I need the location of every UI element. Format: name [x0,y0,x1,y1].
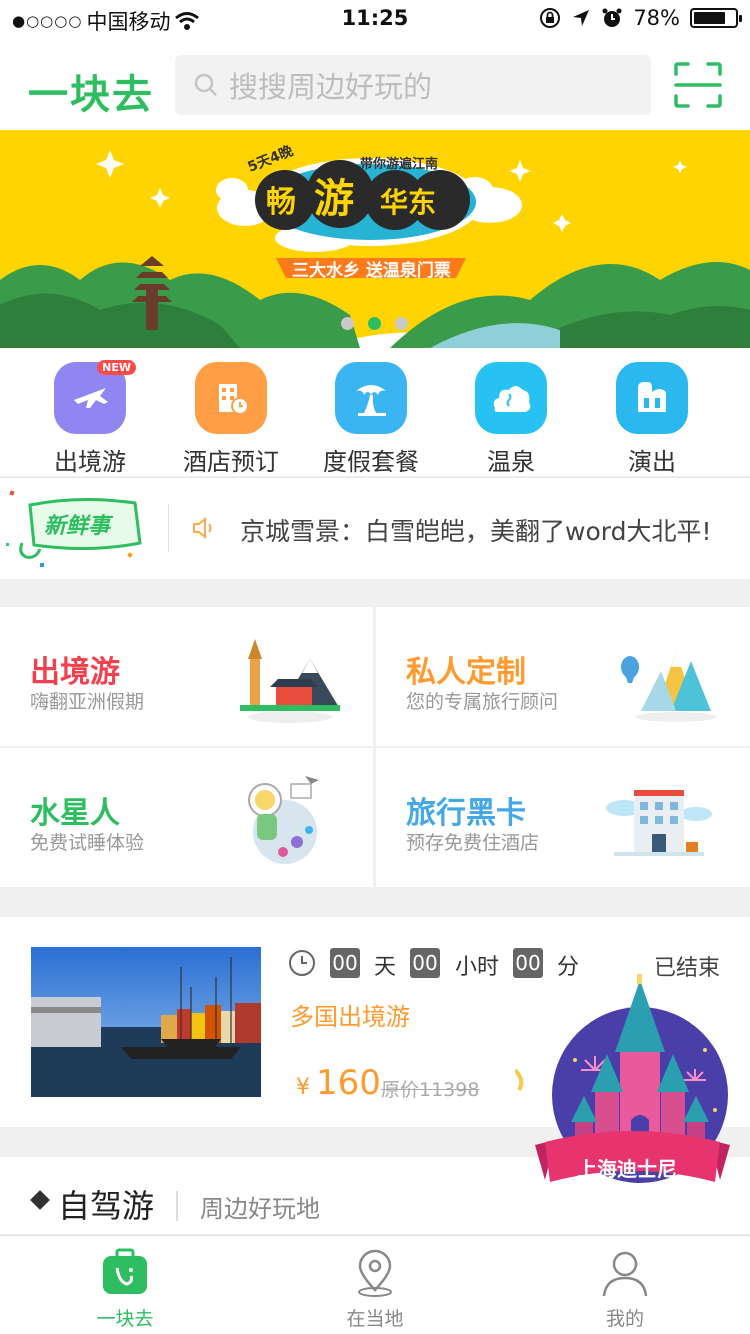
search-icon [194,73,217,96]
hours-unit: 小时 [455,955,500,980]
section-title: 自驾游 [58,1187,155,1225]
category-label: 演出 [628,448,676,476]
feature-subtitle: 嗨翻亚洲假期 [30,691,145,713]
clock-icon [289,950,315,976]
feature-blackcard[interactable]: 旅行黑卡 预存免费住酒店 [376,748,749,887]
section-subtitle: 周边好玩地 [200,1195,320,1223]
astronaut-illustration [248,776,319,864]
tab-profile[interactable]: 我的 [500,1248,750,1331]
feature-grid: 出境游 嗨翻亚洲假期 私人定制 您的专属旅行顾问 水星人 免费试睡体验 旅行黑卡… [0,607,750,887]
banner-illustration: 5天4晚 带你游遍江南 畅 游 华东 三大水乡 送温泉门票 [0,142,750,348]
status-bar: ●○○○○ 中国移动 11:25 78% [0,0,750,40]
hotel-building-illustration [606,790,712,856]
promo-label: 上海迪士尼 [577,1157,677,1181]
feature-title: 水星人 [30,796,120,831]
user-icon [602,1251,648,1297]
search-bar[interactable]: 搜搜周边好玩的 [175,55,651,115]
airplane-icon: NEW [54,360,136,434]
category-hotspring[interactable]: 温泉 [441,362,581,477]
feature-subtitle: 预存免费住酒店 [406,832,540,854]
battery-icon [690,8,742,28]
countdown-hours: 00 [410,948,440,978]
banner-ribbon: 带你游遍江南 [360,156,438,172]
section-marker-icon [30,1190,50,1210]
theater-icon [616,362,688,434]
category-hotel[interactable]: 酒店预订 [161,362,301,477]
carousel-dot[interactable] [341,317,354,330]
feature-mercury[interactable]: 水星人 免费试睡体验 [0,748,373,887]
deal-price: 160 [316,1063,381,1103]
tab-local[interactable]: 在当地 [250,1248,500,1331]
palm-tree-icon [335,362,407,434]
currency-symbol: ¥ [296,1075,310,1100]
feature-subtitle: 您的专属旅行顾问 [406,691,559,713]
banner-headline-3: 华东 [380,186,436,219]
feature-title: 出境游 [30,655,120,690]
hot-spring-icon [475,362,547,434]
tab-label: 在当地 [346,1308,404,1330]
days-unit: 天 [374,955,397,980]
mountain-balloon-illustration [621,651,716,722]
speaker-icon [193,516,212,540]
category-label: 出境游 [54,448,126,476]
deal-title[interactable]: 多国出境游 [290,997,410,1032]
fresh-news-badge: 新鲜事 [6,490,142,567]
tab-label: 一块去 [96,1308,154,1330]
banner-headline-2: 游 [314,176,354,222]
status-right: 78% [539,6,742,30]
top-header: 一块去 搜搜周边好玩的 [0,40,750,130]
news-headline[interactable]: 京城雪景：白雪皑皑，美翻了word大北平! [240,512,711,548]
rotation-lock-icon [540,8,561,28]
news-ticker[interactable]: 新鲜事 京城雪景：白雪皑皑，美翻了word大北平! [0,477,750,579]
fresh-news-label: 新鲜事 [44,513,114,539]
asia-landmarks-illustration [240,639,340,723]
banner-headline-1: 畅 [266,185,296,220]
grid-divider [0,746,750,748]
scan-qr-icon[interactable] [674,62,722,108]
feature-custom[interactable]: 私人定制 您的专属旅行顾问 [376,607,749,746]
banner-subtitle: 三大水乡 送温泉门票 [292,260,451,281]
carousel-dot-active[interactable] [368,317,381,330]
search-placeholder: 搜搜周边好玩的 [229,70,433,104]
countdown-days: 00 [330,948,360,978]
tab-home[interactable]: 一块去 [0,1248,250,1331]
divider [168,504,169,552]
location-arrow-icon [573,10,590,26]
promo-banner[interactable]: 5天4晚 带你游遍江南 畅 游 华东 三大水乡 送温泉门票 [0,130,750,348]
elephant-suitcase-icon [103,1248,147,1294]
feature-title: 旅行黑卡 [406,796,526,831]
location-pin-icon [358,1249,392,1297]
category-label: 度假套餐 [323,448,419,476]
divider [176,1191,178,1221]
deal-photo [31,947,261,1097]
category-row: NEW 出境游 酒店预订 度假套餐 温泉 演出 [0,348,750,476]
alarm-icon [602,8,622,27]
hotel-icon [195,362,267,434]
battery-percent: 78% [633,6,680,30]
feature-outbound[interactable]: 出境游 嗨翻亚洲假期 [0,607,373,746]
bottom-tab-bar: 一块去 在当地 我的 [0,1235,750,1334]
category-outbound[interactable]: NEW 出境游 [20,360,160,477]
disney-castle-illustration: 上海迪士尼 [513,974,730,1183]
feature-title: 私人定制 [406,655,526,690]
original-price: 原价11398 [381,1079,480,1101]
category-vacation[interactable]: 度假套餐 [301,362,441,477]
category-label: 酒店预订 [183,448,279,476]
app-logo[interactable]: 一块去 [28,62,154,120]
category-show[interactable]: 演出 [582,362,722,477]
category-label: 温泉 [487,448,535,476]
disney-promo-float[interactable]: 上海迪士尼 [513,970,750,1215]
new-badge: NEW [97,360,136,375]
tab-label: 我的 [605,1308,644,1330]
feature-subtitle: 免费试睡体验 [30,832,145,854]
carousel-dot[interactable] [395,317,408,330]
